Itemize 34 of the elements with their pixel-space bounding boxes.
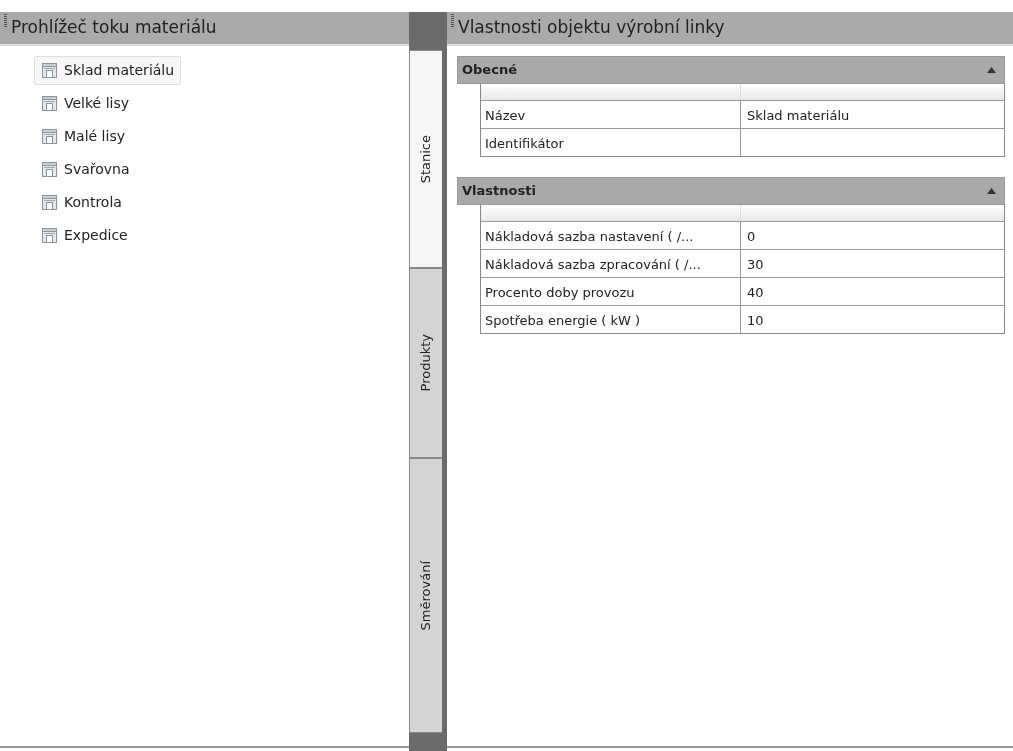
property-value[interactable]: Sklad materiálu bbox=[741, 101, 1004, 128]
property-name: Nákladová sazba zpracování ( /... bbox=[481, 250, 741, 277]
building-icon bbox=[41, 62, 58, 79]
tree-item[interactable]: Svařovna bbox=[34, 155, 137, 184]
panel-title: Prohlížeč toku materiálu bbox=[11, 16, 217, 40]
tree-item[interactable]: Kontrola bbox=[34, 188, 129, 217]
property-value[interactable]: 10 bbox=[741, 306, 1004, 333]
section-header[interactable]: Vlastnosti bbox=[457, 177, 1005, 205]
property-name: Spotřeba energie ( kW ) bbox=[481, 306, 741, 333]
collapse-icon[interactable] bbox=[987, 67, 996, 73]
building-icon bbox=[41, 227, 58, 244]
grip-icon[interactable] bbox=[4, 14, 7, 28]
tree-item[interactable]: Malé lisy bbox=[34, 122, 132, 151]
section-header[interactable]: Obecné bbox=[457, 56, 1005, 84]
tree-item[interactable]: Expedice bbox=[34, 221, 135, 250]
property-name: Název bbox=[481, 101, 741, 128]
property-name: Identifikátor bbox=[481, 129, 741, 156]
property-name: Nákladová sazba nastavení ( /... bbox=[481, 222, 741, 249]
collapse-icon[interactable] bbox=[987, 188, 996, 194]
grip-icon[interactable] bbox=[451, 14, 454, 28]
building-icon bbox=[41, 194, 58, 211]
property-name: Procento doby provozu bbox=[481, 278, 741, 305]
tree-item[interactable]: Sklad materiálu bbox=[34, 56, 182, 85]
side-tab[interactable]: Směrování bbox=[409, 458, 442, 733]
property-value[interactable]: 30 bbox=[741, 250, 1004, 277]
building-icon bbox=[41, 128, 58, 145]
side-tab[interactable]: Produkty bbox=[409, 268, 442, 458]
building-icon bbox=[41, 95, 58, 112]
tree-item[interactable]: Velké lisy bbox=[34, 89, 137, 118]
side-tab[interactable]: Stanice bbox=[409, 50, 442, 268]
property-value[interactable]: 0 bbox=[741, 222, 1004, 249]
property-value[interactable]: 40 bbox=[741, 278, 1004, 305]
panel-title: Vlastnosti objektu výrobní linky bbox=[458, 16, 725, 40]
building-icon bbox=[41, 161, 58, 178]
